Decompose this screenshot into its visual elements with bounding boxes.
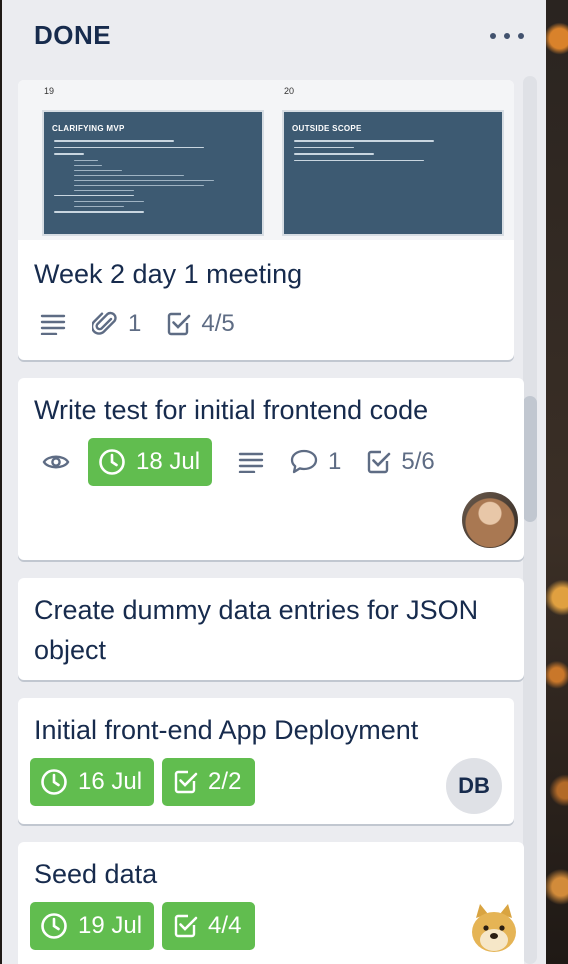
slide-title: CLARIFYING MVP xyxy=(52,124,125,133)
slide-text-lines xyxy=(54,140,254,218)
due-date-badge[interactable]: 16 Jul xyxy=(30,758,155,806)
card-title: Create dummy data entries for JSON objec… xyxy=(34,595,479,665)
attachment-badge: 1 xyxy=(92,310,141,338)
due-date-text: 19 Jul xyxy=(78,912,143,939)
comment-icon xyxy=(290,449,318,474)
clock-icon xyxy=(99,449,125,475)
description-badge xyxy=(238,451,264,473)
doge-avatar-icon xyxy=(472,904,516,952)
watch-badge xyxy=(42,452,70,472)
card-frontend-deployment[interactable]: Initial front-end App Deployment 16 Jul … xyxy=(18,698,514,824)
checklist-badge: 4/5 xyxy=(167,310,235,338)
checklist-complete-badge: 2/2 xyxy=(162,758,256,806)
slide-title: OUTSIDE SCOPE xyxy=(292,124,362,133)
card-badges: 16 Jul 2/2 xyxy=(30,758,256,806)
card-week2-meeting[interactable]: 19 20 CLARIFYING MVP OUTSIDE SCOPE Week xyxy=(18,80,514,360)
checklist-count: 2/2 xyxy=(208,768,242,795)
checklist-icon xyxy=(368,450,391,474)
scrollbar-thumb[interactable] xyxy=(523,396,537,522)
slide-thumbnail: CLARIFYING MVP xyxy=(42,110,264,236)
due-date-text: 16 Jul xyxy=(78,768,143,795)
checklist-count: 5/6 xyxy=(401,448,435,475)
member-avatar[interactable] xyxy=(466,900,522,956)
description-badge xyxy=(40,313,66,335)
due-date-text: 18 Jul xyxy=(136,448,201,475)
card-badges: 19 Jul 4/4 xyxy=(30,902,256,950)
member-avatar[interactable] xyxy=(462,492,518,548)
clock-icon xyxy=(41,913,67,939)
due-date-badge[interactable]: 19 Jul xyxy=(30,902,155,950)
description-icon xyxy=(238,452,264,473)
checklist-icon xyxy=(168,312,191,336)
card-seed-data[interactable]: Seed data 19 Jul 4/4 xyxy=(18,842,524,964)
menu-dots-icon[interactable] xyxy=(490,24,524,48)
checklist-count: 4/4 xyxy=(208,912,242,939)
checklist-count: 4/5 xyxy=(201,310,235,337)
member-avatar[interactable]: DB xyxy=(446,758,502,814)
clock-icon xyxy=(41,769,67,795)
card-title: Initial front-end App Deployment xyxy=(34,715,419,745)
list-title[interactable]: DONE xyxy=(34,20,111,51)
card-cover: 19 20 CLARIFYING MVP OUTSIDE SCOPE xyxy=(18,80,514,240)
list-done: DONE 19 20 CLARIFYING MVP OUTSIDE SCOPE xyxy=(2,0,546,964)
comment-count: 1 xyxy=(328,448,342,475)
card-write-test[interactable]: Write test for initial frontend code 18 … xyxy=(18,378,524,560)
checklist-icon xyxy=(174,770,198,794)
checklist-complete-badge: 4/4 xyxy=(162,902,256,950)
comment-badge: 1 xyxy=(290,448,341,476)
slide-thumbnail: OUTSIDE SCOPE xyxy=(282,110,504,236)
slide-text-lines xyxy=(294,140,494,166)
slide-number: 19 xyxy=(44,86,55,96)
card-title: Write test for initial frontend code xyxy=(34,395,429,425)
slide-number: 20 xyxy=(284,86,295,96)
card-badges: 1 4/5 xyxy=(40,310,261,338)
checklist-icon xyxy=(174,914,198,938)
checklist-badge: 5/6 xyxy=(367,448,435,476)
list-header: DONE xyxy=(2,0,546,72)
card-dummy-data[interactable]: Create dummy data entries for JSON objec… xyxy=(18,578,524,680)
card-badges: 18 Jul 1 5/6 xyxy=(42,438,461,486)
card-title: Seed data xyxy=(34,859,158,889)
description-icon xyxy=(40,314,66,335)
attachment-icon xyxy=(92,311,117,335)
watch-icon xyxy=(42,455,70,469)
card-title: Week 2 day 1 meeting xyxy=(34,259,303,289)
due-date-badge[interactable]: 18 Jul xyxy=(88,438,213,486)
attachment-count: 1 xyxy=(128,310,142,337)
